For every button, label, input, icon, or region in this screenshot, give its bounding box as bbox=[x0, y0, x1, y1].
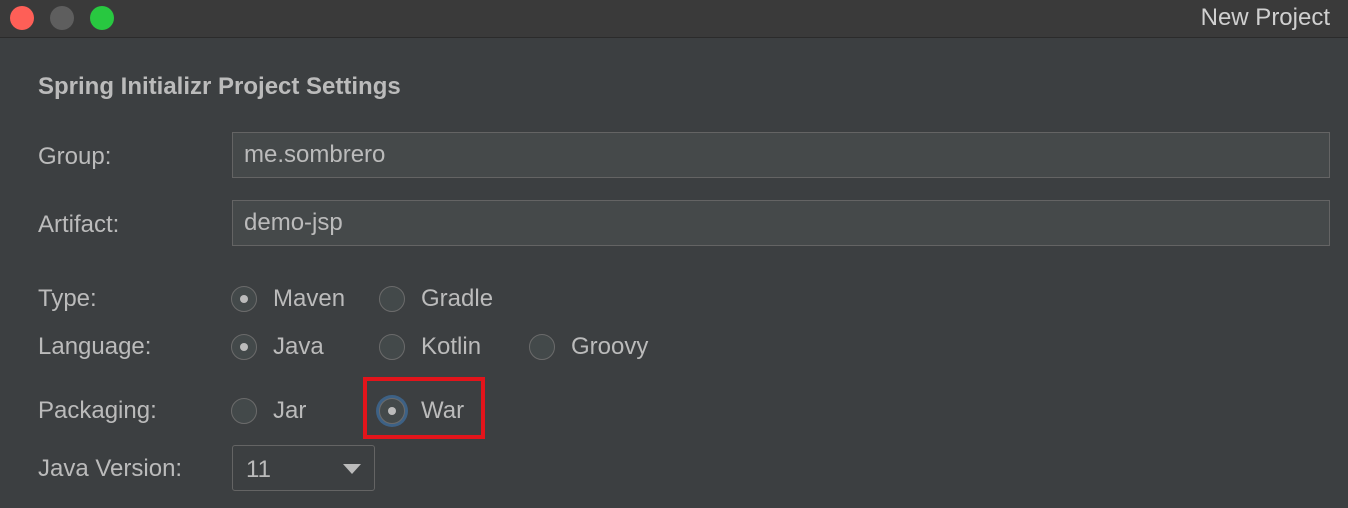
section-title: Spring Initializr Project Settings bbox=[38, 73, 401, 100]
packaging-jar-label: Jar bbox=[273, 397, 307, 424]
packaging-radio-jar[interactable]: Jar bbox=[231, 396, 306, 426]
title-bar: New Project bbox=[0, 0, 1348, 38]
group-label: Group: bbox=[38, 143, 112, 170]
java-version-label: Java Version: bbox=[38, 455, 183, 482]
radio-unselected-icon bbox=[231, 398, 257, 424]
radio-selected-icon bbox=[231, 286, 257, 312]
language-kotlin-label: Kotlin bbox=[421, 333, 482, 360]
radio-selected-icon bbox=[231, 334, 257, 360]
chevron-down-icon bbox=[343, 464, 361, 474]
minimize-window-button[interactable] bbox=[50, 6, 74, 30]
maximize-window-button[interactable] bbox=[90, 6, 114, 30]
language-radio-kotlin[interactable]: Kotlin bbox=[379, 332, 481, 362]
type-gradle-label: Gradle bbox=[421, 285, 494, 312]
type-radio-maven[interactable]: Maven bbox=[231, 284, 345, 314]
artifact-label: Artifact: bbox=[38, 211, 120, 238]
java-version-dropdown[interactable]: 11 bbox=[232, 445, 375, 491]
highlight-box bbox=[363, 377, 485, 439]
radio-unselected-icon bbox=[379, 334, 405, 360]
new-project-window: New Project Spring Initializr Project Se… bbox=[0, 0, 1348, 508]
window-title: New Project bbox=[1200, 4, 1330, 31]
type-radio-gradle[interactable]: Gradle bbox=[379, 284, 493, 314]
type-label: Type: bbox=[38, 285, 97, 312]
radio-unselected-icon bbox=[379, 286, 405, 312]
language-label: Language: bbox=[38, 333, 152, 360]
radio-unselected-icon bbox=[529, 334, 555, 360]
artifact-input[interactable] bbox=[232, 200, 1330, 246]
packaging-label: Packaging: bbox=[38, 397, 157, 424]
java-version-value: 11 bbox=[246, 456, 271, 483]
language-radio-groovy[interactable]: Groovy bbox=[529, 332, 648, 362]
close-window-button[interactable] bbox=[10, 6, 34, 30]
language-radio-java[interactable]: Java bbox=[231, 332, 324, 362]
language-groovy-label: Groovy bbox=[571, 333, 649, 360]
language-java-label: Java bbox=[273, 333, 324, 360]
type-maven-label: Maven bbox=[273, 285, 346, 312]
group-input[interactable] bbox=[232, 132, 1330, 178]
